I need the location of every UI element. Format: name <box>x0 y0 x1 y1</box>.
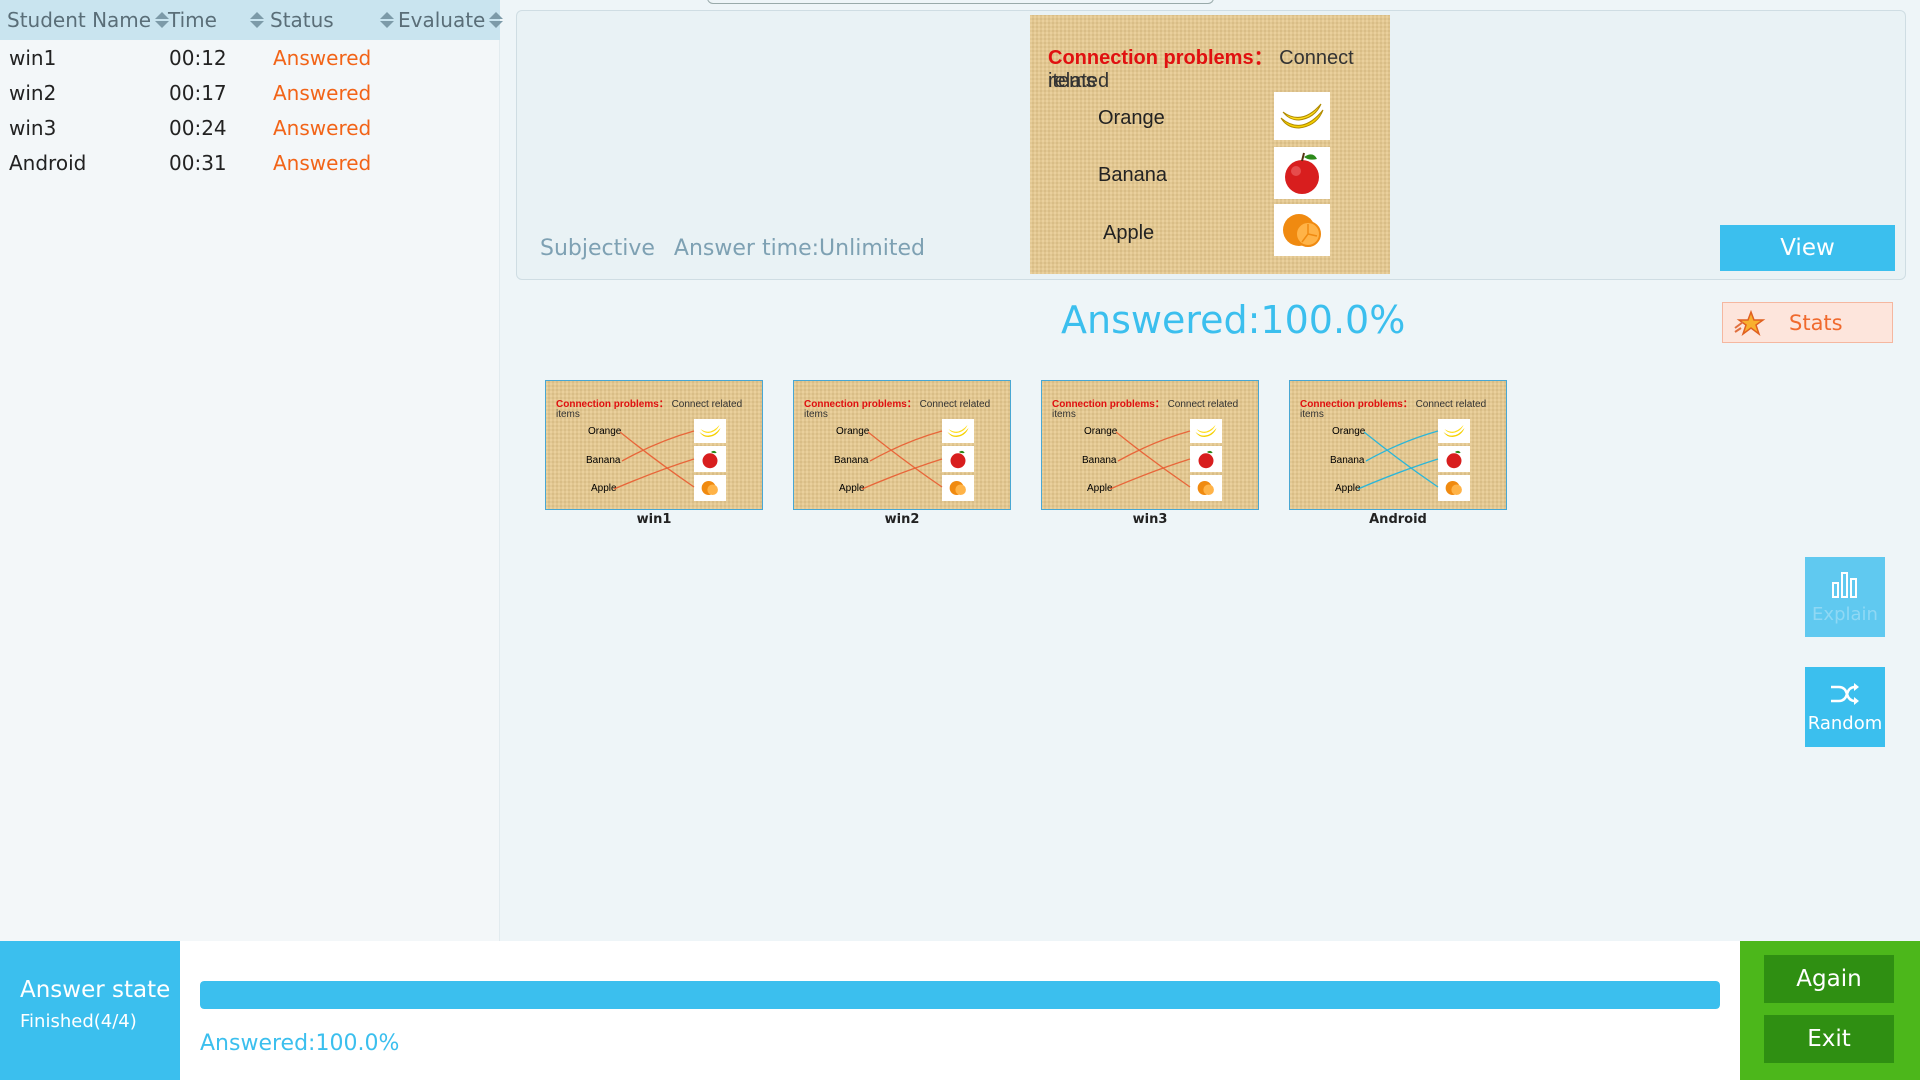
sort-icon <box>489 12 504 28</box>
student-name: Android <box>9 151 87 175</box>
header-status: Status <box>270 8 334 32</box>
action-block: Again Exit <box>1740 941 1920 1080</box>
answer-time: 00:24 <box>169 116 227 140</box>
explain-label: Explain <box>1812 604 1878 625</box>
view-button[interactable]: View <box>1720 225 1895 271</box>
stats-button[interactable]: Stats <box>1722 302 1893 343</box>
table-row[interactable]: Android 00:31 Answered <box>0 145 500 180</box>
table-row[interactable]: win1 00:12 Answered <box>0 40 500 75</box>
sort-time[interactable]: Time <box>168 0 217 40</box>
submission-thumbnail[interactable]: Connection problems： Connect related item… <box>1041 380 1259 510</box>
banana-icon <box>1274 92 1330 140</box>
bottom-bar: Answer state Finished(4/4) Answered:100.… <box>0 941 1920 1080</box>
header-evaluate: Evaluate <box>398 8 486 32</box>
student-list-panel: Student Name Time Status Evaluate win1 0… <box>0 0 504 941</box>
connection-lines <box>1357 430 1439 490</box>
stats-label: Stats <box>1789 310 1843 335</box>
progress-fill <box>200 981 1720 1009</box>
orange-icon <box>1274 204 1330 256</box>
random-button[interactable]: Random <box>1805 667 1885 747</box>
answered-rate: Answered:100.0% <box>1061 298 1406 342</box>
answer-time-limit: Answer time:Unlimited <box>673 236 925 261</box>
submission-thumbnail[interactable]: Connection problems： Connect related item… <box>793 380 1011 510</box>
answer-state-count: Finished(4/4) <box>20 1011 137 1032</box>
top-tab[interactable] <box>707 0 1214 4</box>
answer-state-title: Answer state <box>20 977 171 1003</box>
sort-student-name[interactable]: Student Name <box>7 0 170 40</box>
stats-icon <box>1733 309 1767 336</box>
status-text: Answered <box>273 151 372 175</box>
submission-thumbnail[interactable]: Connection problems： Connect related item… <box>1289 380 1507 510</box>
status-text: Answered <box>273 81 372 105</box>
submission-name: win3 <box>1132 512 1168 527</box>
sort-evaluate[interactable]: Evaluate <box>380 0 504 40</box>
bar-chart-icon <box>1830 569 1860 604</box>
exit-button[interactable]: Exit <box>1764 1015 1894 1063</box>
header-time: Time <box>168 8 217 32</box>
item-label: Banana <box>1098 164 1167 186</box>
student-name: win1 <box>9 46 57 70</box>
random-label: Random <box>1807 713 1883 734</box>
submission-name: Android <box>1369 512 1427 527</box>
shuffle-icon <box>1829 680 1861 713</box>
answer-time: 00:31 <box>169 151 227 175</box>
again-button[interactable]: Again <box>1764 955 1894 1003</box>
item-label: Apple <box>1103 222 1155 244</box>
status-text: Answered <box>273 46 372 70</box>
answer-state-block: Answer state Finished(4/4) <box>0 941 180 1080</box>
question-type: Subjective <box>540 236 655 261</box>
submission-thumbnail[interactable]: Connection problems： Connect related item… <box>545 380 763 510</box>
table-row[interactable]: win3 00:24 Answered <box>0 110 500 145</box>
question-title-line2: items <box>1048 70 1096 92</box>
progress-text: Answered:100.0% <box>200 1031 400 1056</box>
submission-name: win2 <box>884 512 920 527</box>
sort-icon <box>155 12 170 28</box>
sort-icon <box>380 12 394 28</box>
item-label: Orange <box>1098 107 1165 129</box>
question-image: Connection problems： Connect related ite… <box>1030 15 1390 274</box>
answer-time: 00:17 <box>169 81 227 105</box>
apple-icon <box>1274 147 1330 199</box>
sort-status[interactable]: Status <box>250 0 334 40</box>
connection-lines <box>613 430 695 490</box>
answer-time: 00:12 <box>169 46 227 70</box>
connection-lines <box>1109 430 1191 490</box>
connection-lines <box>861 430 943 490</box>
question-title-red: Connection problems： <box>1048 47 1274 69</box>
student-name: win2 <box>9 81 57 105</box>
header-student-name: Student Name <box>7 8 152 32</box>
question-meta: Subjective Answer time:Unlimited <box>540 236 937 261</box>
question-title: Connection problems： Connect related <box>1048 41 1390 93</box>
sort-icon <box>250 12 264 28</box>
table-row[interactable]: win2 00:17 Answered <box>0 75 500 110</box>
explain-button[interactable]: Explain <box>1805 557 1885 637</box>
submission-name: win1 <box>636 512 672 527</box>
progress-bar <box>200 981 1720 1009</box>
student-name: win3 <box>9 116 57 140</box>
status-text: Answered <box>273 116 372 140</box>
list-header: Student Name Time Status Evaluate <box>0 0 504 40</box>
